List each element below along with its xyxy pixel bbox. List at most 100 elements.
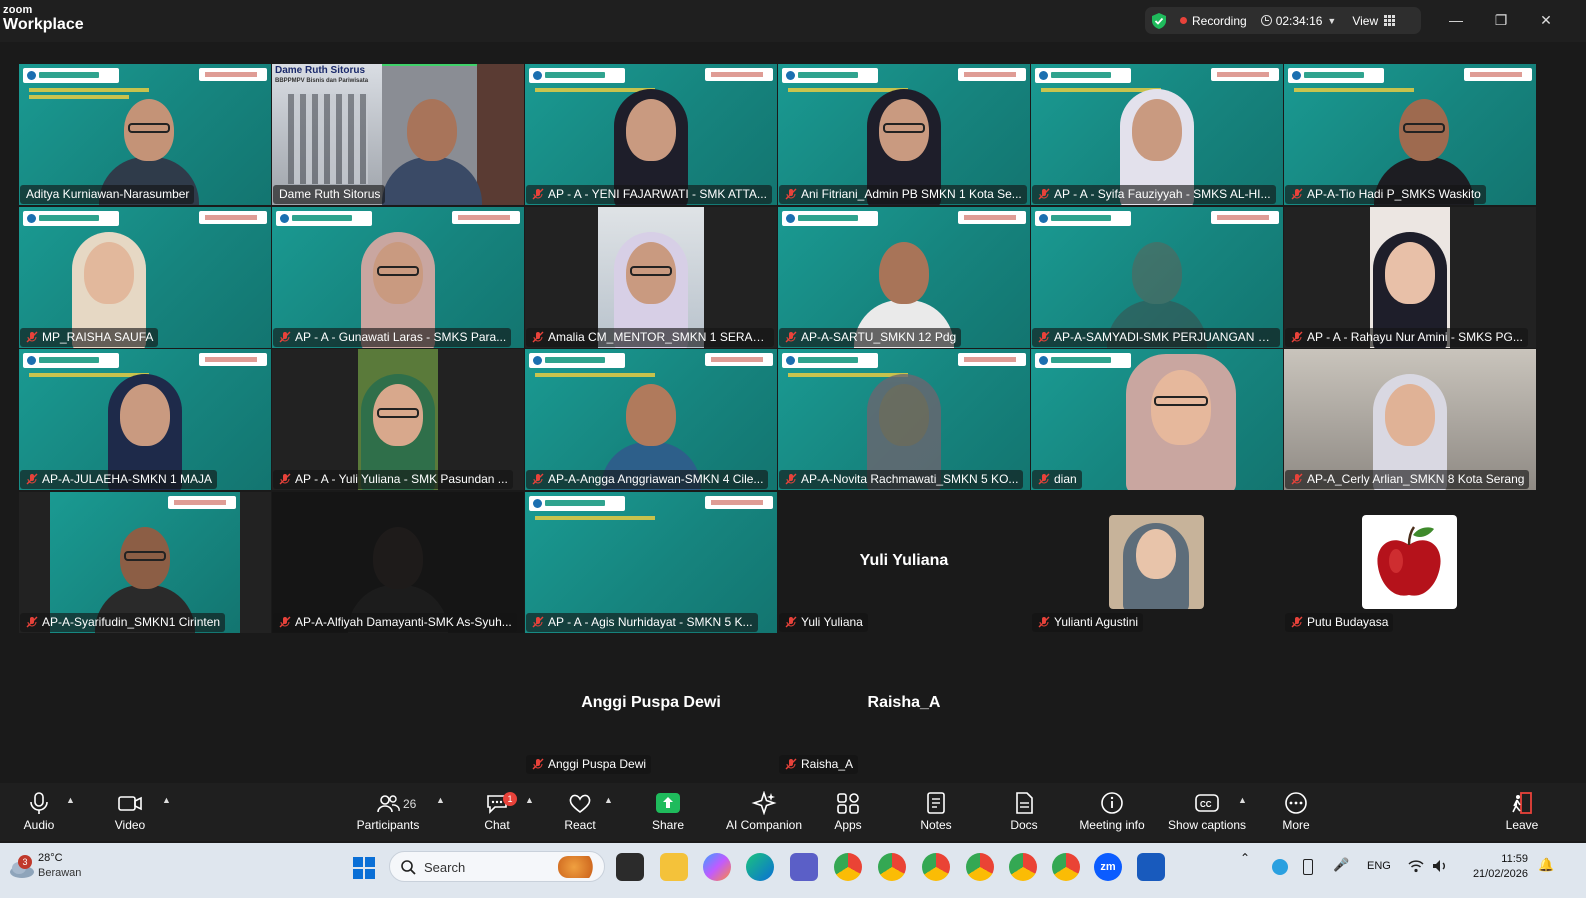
muted-mic-icon [279,331,291,343]
chrome-profile-icon[interactable] [878,853,906,881]
video-options-chevron-icon[interactable]: ▲ [162,795,171,805]
participant-tile-no-video[interactable]: Putu Budayasa [1284,492,1536,633]
clock-time: 11:59 [1501,853,1528,865]
muted-mic-icon [532,188,544,200]
captions-options-chevron-icon[interactable]: ▲ [1238,795,1247,805]
chat-options-chevron-icon[interactable]: ▲ [525,795,534,805]
participant-tile[interactable]: AP-A-SARTU_SMKN 12 Pdg [778,207,1030,348]
usb-device-icon[interactable] [1303,859,1313,875]
participant-tile[interactable]: AP - A - Agis Nurhidayat - SMKN 5 K... [525,492,777,633]
close-window-icon[interactable]: ✕ [1536,10,1556,30]
participant-tile[interactable]: AP-A-Syarifudin_SMKN1 Cirinten [19,492,271,633]
participant-tile[interactable]: dian [1031,349,1283,490]
chrome-profile-icon[interactable] [966,853,994,881]
muted-mic-icon [785,758,797,770]
view-button[interactable]: View [1352,14,1378,28]
muted-mic-icon [785,616,797,628]
participant-tile[interactable]: Ani Fitriani_Admin PB SMKN 1 Kota Se... [778,64,1030,205]
more-button[interactable]: More [1278,791,1314,837]
docs-icon [1016,792,1033,814]
participant-name-label: AP-A-Alfiyah Damayanti-SMK As-Syuh... [273,613,517,632]
meeting-info-button[interactable]: Meeting info [1076,791,1148,837]
react-options-chevron-icon[interactable]: ▲ [604,795,613,805]
notes-button[interactable]: Notes [916,791,956,837]
react-button[interactable]: React [560,791,600,837]
share-button[interactable]: Share [648,791,688,837]
chrome-profile-icon[interactable] [1052,853,1080,881]
apps-button[interactable]: Apps [830,791,866,837]
muted-mic-icon [1291,616,1303,628]
brand-big: Workplace [3,16,84,33]
share-label: Share [651,818,685,832]
show-captions-button[interactable]: CC Show captions [1166,791,1248,837]
participant-tile[interactable]: AP-A-JULAEHA-SMKN 1 MAJA [19,349,271,490]
participants-options-chevron-icon[interactable]: ▲ [436,795,445,805]
file-explorer-icon[interactable] [660,853,688,881]
leave-button[interactable]: Leave [1502,791,1542,837]
react-label: React [564,818,596,832]
participant-tile-no-video[interactable]: Raisha_A Raisha_A [778,634,1030,775]
microphone-in-use-icon[interactable]: 🎤 [1333,857,1349,873]
participant-tile[interactable]: AP-A-Angga Anggriawan-SMKN 4 Cile... [525,349,777,490]
participant-tile[interactable]: AP-A-Novita Rachmawati_SMKN 5 KO... [778,349,1030,490]
teams-icon[interactable] [790,853,818,881]
participant-tile-active-speaker[interactable]: Dame Ruth Sitorus BBPPMPV Bisnis dan Pari… [272,64,524,205]
restore-window-icon[interactable]: ❐ [1491,10,1511,30]
word-icon[interactable] [1137,853,1165,881]
participant-name-label: dian [1032,470,1082,489]
volume-icon[interactable] [1432,859,1448,873]
grid-view-icon[interactable] [1384,15,1396,26]
participant-tile[interactable]: AP-A-SAMYADI-SMK PERJUANGAN BA... [1031,207,1283,348]
participant-tile[interactable]: AP - A - Gunawati Laras - SMKS Para... [272,207,524,348]
apple-avatar-icon [1362,515,1457,609]
video-button[interactable]: Video [108,791,152,837]
brand-small: zoom [3,4,33,16]
participant-tile-no-video[interactable]: Anggi Puspa Dewi Anggi Puspa Dewi [525,634,777,775]
participant-tile-no-video[interactable]: Yulianti Agustini [1031,492,1283,633]
participant-tile[interactable]: Aditya Kurniawan-Narasumber [19,64,271,205]
recording-dot-icon [1180,17,1187,24]
muted-mic-icon [1291,331,1303,343]
participant-tile[interactable]: AP - A - YENI FAJARWATI - SMK ATTA... [525,64,777,205]
muted-mic-icon [532,616,544,628]
windows-start-icon[interactable] [352,856,376,880]
participant-tile[interactable]: AP - A - Yuli Yuliana - SMK Pasundan ... [272,349,524,490]
copilot-icon[interactable] [703,853,731,881]
show-hidden-icons-chevron-icon[interactable]: ⌃ [1240,851,1250,865]
minimize-window-icon[interactable]: — [1446,10,1466,30]
search-input[interactable] [424,858,554,876]
ai-companion-button[interactable]: AI Companion [722,791,806,837]
participant-tile[interactable]: MP_RAISHA SAUFA [19,207,271,348]
wifi-icon[interactable] [1408,859,1424,873]
participant-tile-no-video[interactable]: Yuli Yuliana Yuli Yuliana [778,492,1030,633]
participant-tile[interactable]: AP-A_Cerly Arlian_SMKN 8 Kota Serang [1284,349,1536,490]
meeting-status-pill: Recording 02:34:16 ▼ View [1145,7,1421,34]
participant-tile[interactable]: Amalia CM_MENTOR_SMKN 1 SERANG [525,207,777,348]
participant-video [377,85,487,205]
clock-date: 21/02/2026 [1472,868,1528,880]
participant-tile[interactable]: AP-A-Tio Hadi P_SMKS Waskito [1284,64,1536,205]
participant-video [1116,350,1246,490]
timer-chevron-down-icon[interactable]: ▼ [1327,16,1336,26]
system-clock[interactable]: 11:59 21/02/2026 [1460,852,1528,882]
chrome-profile-icon[interactable] [922,853,950,881]
participant-tile[interactable]: AP - A - Syifa Fauziyyah - SMKS AL-HI... [1031,64,1283,205]
tray-app-icon[interactable] [1272,859,1288,875]
chrome-icon[interactable] [834,853,862,881]
language-indicator[interactable]: ENG [1367,860,1391,872]
task-view-icon[interactable] [616,853,644,881]
audio-button[interactable]: Audio [18,791,60,837]
recording-label[interactable]: Recording [1192,14,1247,28]
encryption-shield-icon[interactable] [1150,12,1168,30]
participant-display-name: Yuli Yuliana [859,552,949,569]
audio-options-chevron-icon[interactable]: ▲ [66,795,75,805]
zoom-app-icon[interactable]: zm [1094,853,1122,881]
chat-unread-badge: 1 [503,792,517,806]
docs-button[interactable]: Docs [1006,791,1042,837]
chrome-profile-icon[interactable] [1009,853,1037,881]
edge-browser-icon[interactable] [746,853,774,881]
participant-tile[interactable]: AP - A - Rahayu Nur Amini - SMKS PG... [1284,207,1536,348]
notification-bell-icon[interactable]: 🔔 [1538,857,1554,873]
participant-tile[interactable]: AP-A-Alfiyah Damayanti-SMK As-Syuh... [272,492,524,633]
taskbar-search[interactable] [389,851,605,882]
